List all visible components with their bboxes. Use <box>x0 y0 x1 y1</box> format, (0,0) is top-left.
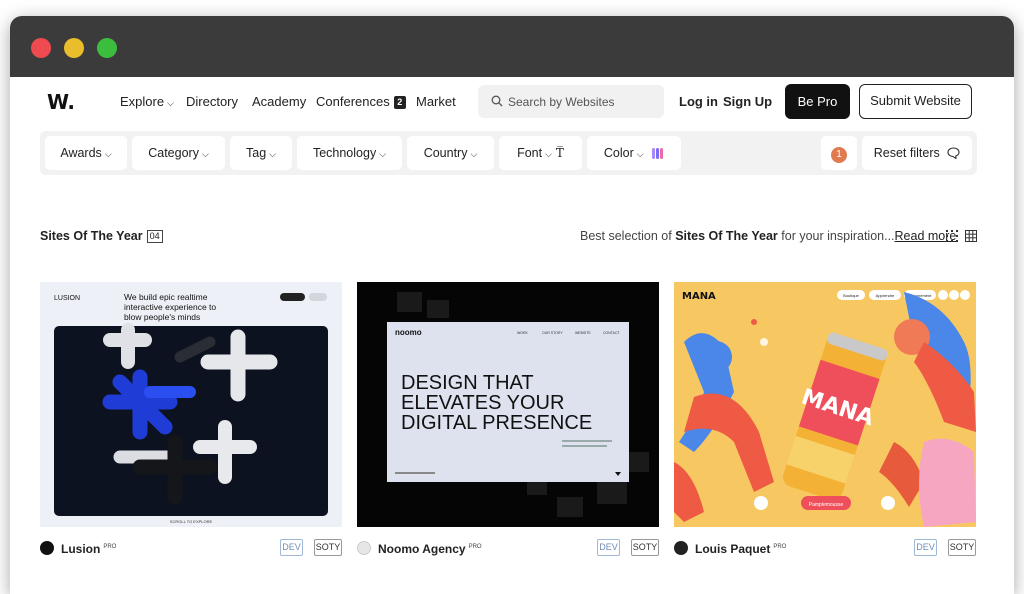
lusion-headline-3: blow people's minds <box>124 312 200 322</box>
site-card-lusion[interactable]: LUSION We build epic realtime interactiv… <box>40 282 342 527</box>
filter-tag[interactable]: Tag ⌵ <box>230 136 292 170</box>
svg-text:OUR STORY: OUR STORY <box>542 331 563 335</box>
submit-website-button[interactable]: Submit Website <box>859 84 972 119</box>
site-card-louis-paquet[interactable]: MANA Boutique Apprendre Abonnement MANA … <box>674 282 976 527</box>
site-name[interactable]: Louis Paquet PRO <box>695 542 786 556</box>
nav-directory[interactable]: Directory <box>186 94 238 109</box>
site-card-noomo[interactable]: noomo WORK OUR STORY WEBSITE CONTACT DES… <box>357 282 659 527</box>
chevron-down-icon: ⌵ <box>104 149 112 159</box>
filter-font[interactable]: Font ⌵ T̅ <box>499 136 582 170</box>
avatar[interactable] <box>674 541 688 555</box>
lusion-scroll-hint: SCROLL TO EXPLORE <box>170 519 213 524</box>
filter-technology[interactable]: Technology ⌵ <box>297 136 402 170</box>
window-titlebar <box>10 16 1014 77</box>
lusion-thumbnail: LUSION We build epic realtime interactiv… <box>40 282 342 527</box>
search-icon <box>491 95 503 107</box>
soty-tag[interactable]: SOTY <box>631 539 659 556</box>
noomo-thumbnail: noomo WORK OUR STORY WEBSITE CONTACT DES… <box>357 282 659 527</box>
grid-view-icon[interactable] <box>965 230 977 242</box>
reset-filters-button[interactable]: Reset filters <box>862 136 972 170</box>
noomo-brand: noomo <box>395 328 422 337</box>
soty-tag[interactable]: SOTY <box>314 539 342 556</box>
filter-awards[interactable]: Awards ⌵ <box>45 136 127 170</box>
filter-category[interactable]: Category ⌵ <box>132 136 225 170</box>
active-filter-count[interactable]: 1 <box>821 136 857 170</box>
chevron-down-icon: ⌵ <box>379 149 387 159</box>
page-content: W. Explore ⌵ Directory Academy Conference… <box>10 77 1014 594</box>
top-nav: W. Explore ⌵ Directory Academy Conference… <box>10 77 1014 129</box>
svg-text:CONTACT: CONTACT <box>603 331 621 335</box>
chevron-down-icon: ⌵ <box>201 149 209 159</box>
site-name[interactable]: Noomo Agency PRO <box>378 542 482 556</box>
section-count: 04 <box>146 230 163 243</box>
noomo-headline-2: ELEVATES YOUR <box>401 392 564 414</box>
be-pro-button[interactable]: Be Pro <box>785 84 850 119</box>
section-title: Sites Of The Year 04 <box>40 229 163 243</box>
font-icon: T̅ <box>555 146 564 160</box>
search-placeholder: Search by Websites <box>508 95 615 109</box>
chevron-down-icon: ⌵ <box>167 98 174 108</box>
svg-text:Apprendre: Apprendre <box>876 293 895 298</box>
maximize-window-button[interactable] <box>97 38 117 58</box>
site-name[interactable]: Lusion PRO <box>61 542 116 556</box>
chevron-down-icon: ⌵ <box>269 149 276 159</box>
section-description: Best selection of Sites Of The Year for … <box>580 229 957 243</box>
card-meta-lusion: Lusion PRO DEV SOTY <box>40 539 342 559</box>
close-window-button[interactable] <box>31 38 51 58</box>
dev-tag[interactable]: DEV <box>597 539 620 556</box>
minimize-window-button[interactable] <box>64 38 84 58</box>
lusion-brand: LUSION <box>54 295 80 302</box>
noomo-headline-1: DESIGN THAT <box>401 372 534 394</box>
conferences-badge: 2 <box>393 96 406 109</box>
chevron-down-icon: ⌵ <box>470 149 478 159</box>
mana-cta: Pamplemousse <box>809 502 844 508</box>
avatar[interactable] <box>357 541 371 555</box>
dev-tag[interactable]: DEV <box>914 539 937 556</box>
svg-text:WORK: WORK <box>517 331 529 335</box>
comment-icon <box>947 147 960 160</box>
mana-thumbnail: MANA Boutique Apprendre Abonnement MANA … <box>674 282 976 527</box>
nav-conferences[interactable]: Conferences 2 <box>316 94 406 109</box>
dev-tag[interactable]: DEV <box>280 539 303 556</box>
signup-link[interactable]: Sign Up <box>723 94 772 109</box>
card-meta-noomo: Noomo Agency PRO DEV SOTY <box>357 539 659 559</box>
browser-window: W. Explore ⌵ Directory Academy Conference… <box>10 16 1014 594</box>
nav-market[interactable]: Market <box>416 94 456 109</box>
search-input[interactable]: Search by Websites <box>478 85 664 118</box>
svg-text:Boutique: Boutique <box>843 293 860 298</box>
soty-tag[interactable]: SOTY <box>948 539 976 556</box>
lusion-headline-2: interactive experience to <box>124 302 216 312</box>
filter-color[interactable]: Color ⌵ <box>587 136 681 170</box>
list-view-icon[interactable] <box>946 230 958 242</box>
nav-explore[interactable]: Explore ⌵ <box>120 94 174 109</box>
mana-brand: MANA <box>682 291 716 302</box>
lusion-headline-1: We build epic realtime <box>124 292 208 302</box>
login-link[interactable]: Log in <box>679 94 718 109</box>
site-logo[interactable]: W. <box>47 90 75 114</box>
chevron-down-icon: ⌵ <box>636 149 644 159</box>
filter-bar: Awards ⌵ Category ⌵ Tag ⌵ Technology ⌵ Count… <box>40 131 977 175</box>
card-meta-louis-paquet: Louis Paquet PRO DEV SOTY <box>674 539 976 559</box>
noomo-headline-3: DIGITAL PRESENCE <box>401 412 592 434</box>
filter-country[interactable]: Country ⌵ <box>407 136 494 170</box>
nav-academy[interactable]: Academy <box>252 94 306 109</box>
chevron-down-icon: ⌵ <box>545 149 552 159</box>
avatar[interactable] <box>40 541 54 555</box>
svg-text:WEBSITE: WEBSITE <box>575 331 591 335</box>
color-swatch-icon <box>652 138 664 172</box>
